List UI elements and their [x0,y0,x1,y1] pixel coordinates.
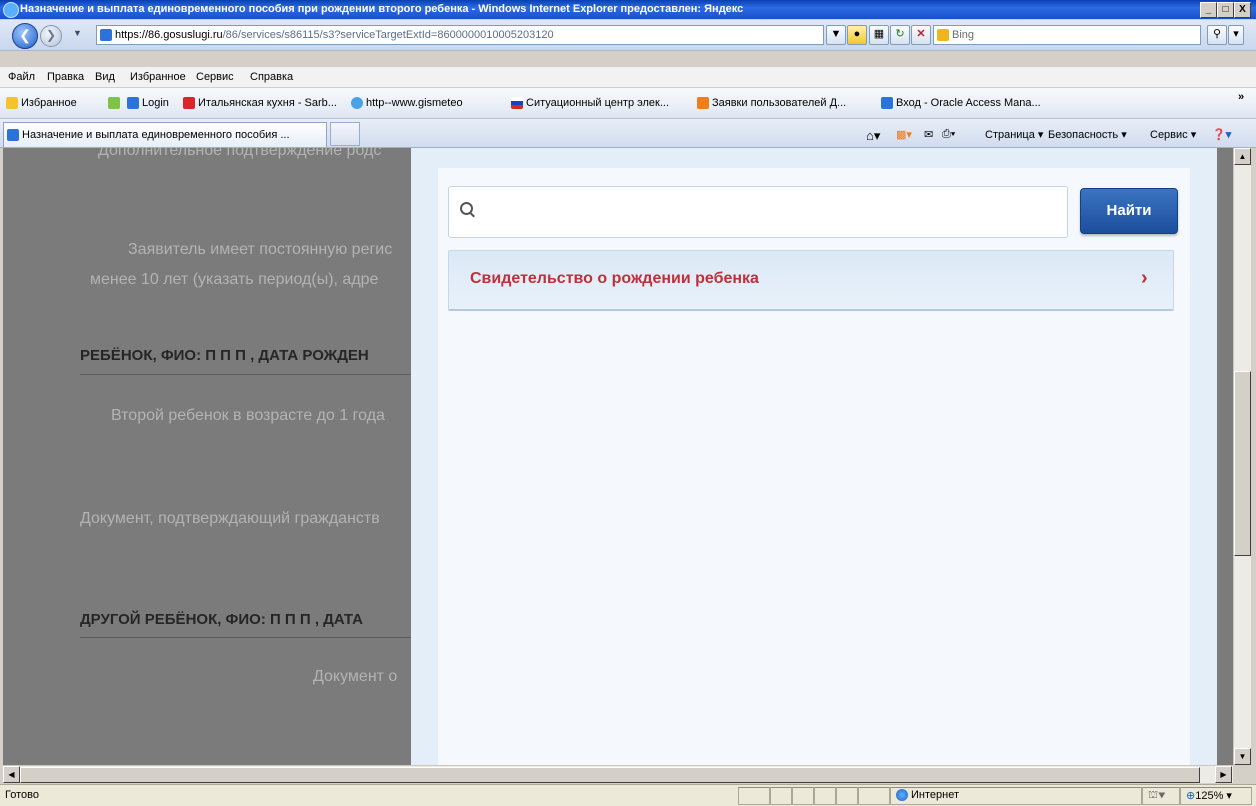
search-icon[interactable]: ⚲ [1207,25,1227,45]
ie-icon [3,2,19,18]
bg-divider [80,374,420,375]
find-button[interactable]: Найти [1080,188,1178,234]
chevron-right-icon: › [1141,267,1148,289]
window-title: Назначение и выплата единовременного пос… [20,3,744,15]
menu-bar: Файл Правка Вид Избранное Сервис Справка [0,67,1256,88]
search-options-icon[interactable]: ▾ [1228,25,1244,45]
page-viewport: Дополнительное подтверждение родс Заявит… [3,148,1233,765]
help-icon[interactable]: ❓▾ [1212,128,1231,141]
forward-button[interactable]: ❯ [40,25,62,47]
menu-view[interactable]: Вид [95,71,115,83]
bing-search-input[interactable]: Bing [933,25,1201,45]
refresh-icon[interactable]: ↻ [890,25,910,45]
bg-text-document: Документ о [313,668,398,685]
favorite-item-oracle[interactable]: Вход - Oracle Access Mana... [881,97,1041,110]
ie-page-icon [881,97,893,110]
scroll-right-button[interactable]: ▶ [1215,766,1232,783]
bg-text-confirmation: Дополнительное подтверждение родс [98,148,382,159]
menu-favorites[interactable]: Избранное [130,71,186,83]
page-menu[interactable]: Страница ▾ [985,128,1043,141]
print-icon[interactable]: ⎙▾ [942,128,955,141]
document-search-modal: Найти Свидетельство о рождении ребенка › [411,148,1217,765]
bing-icon [937,29,949,42]
menu-file[interactable]: Файл [8,71,35,83]
modal-content: Найти Свидетельство о рождении ребенка › [438,168,1190,765]
drop-icon [351,97,363,110]
zoom-level[interactable]: ⊕125% ▾ [1186,789,1232,802]
horizontal-scrollbar[interactable]: ◀ ▶ [3,765,1233,783]
minimize-button[interactable]: _ [1200,2,1217,18]
safety-menu[interactable]: Безопасность ▾ [1048,128,1127,141]
result-label: Свидетельство о рождении ребенка [470,270,759,287]
zoom-icon: ⊕ [1186,790,1196,802]
site-icon [697,97,709,110]
favorite-item-gismeteo[interactable]: http--www.gismeteo [351,97,463,110]
status-bar: Готово Интернет ⛫▾ ⊕125% ▾ [0,784,1256,806]
tools-menu[interactable]: Сервис ▾ [1150,128,1196,141]
new-tab-button[interactable] [330,122,360,146]
bg-heading-child: РЕБЁНОК, ФИО: П П П , ДАТА РОЖДЕН [80,347,369,364]
address-toolbar: ❮ ❯ ▼ https://86.gosuslugi.ru/86/service… [0,20,1256,51]
scroll-up-button[interactable]: ▲ [1234,148,1251,165]
favorite-item-italian[interactable]: Итальянская кухня - Sarb... [183,97,337,110]
bg-heading-other-child: ДРУГОЙ РЕБЁНОК, ФИО: П П П , ДАТА [80,611,363,628]
history-dropdown-icon[interactable]: ▼ [73,28,82,38]
feeds-icon[interactable]: ▩▾ [896,128,912,141]
stop-icon[interactable]: ✕ [911,25,931,45]
status-text: Готово [5,789,39,801]
menu-edit[interactable]: Правка [47,71,84,83]
compatibility-icon[interactable]: ▦ [869,25,889,45]
ie-page-icon [127,97,139,110]
add-favorite-icon[interactable] [108,97,123,110]
favorite-item-situation-center[interactable]: Ситуационный центр элек... [511,97,669,110]
security-icon: ⛫▾ [1148,789,1166,801]
result-item-birth-certificate[interactable]: Свидетельство о рождении ребенка › [448,250,1174,311]
search-placeholder: Bing [952,29,975,41]
horizontal-scroll-thumb[interactable] [20,767,1200,783]
favorite-item-login[interactable]: Login [127,97,169,110]
vertical-scroll-thumb[interactable] [1234,371,1251,556]
vertical-scrollbar[interactable]: ▲ ▼ [1233,148,1251,765]
scroll-down-button[interactable]: ▼ [1234,748,1251,765]
menu-tools[interactable]: Сервис [196,71,234,83]
bg-text-period: менее 10 лет (указать период(ы), адре [90,271,379,288]
favorite-item-requests[interactable]: Заявки пользователей Д... [697,97,846,110]
internet-zone: Интернет [896,789,959,802]
address-input[interactable]: https://86.gosuslugi.ru/86/services/s861… [96,25,824,45]
bg-text-citizenship: Документ, подтверждающий гражданств [80,510,380,527]
close-button[interactable]: X [1234,2,1251,18]
lock-icon[interactable]: ● [847,25,867,45]
tab-bar: Назначение и выплата единовременного пос… [0,119,1256,148]
maximize-button[interactable]: □ [1217,2,1234,18]
globe-icon [896,789,908,802]
back-button[interactable]: ❮ [12,23,38,49]
scroll-left-button[interactable]: ◀ [3,766,20,783]
tab-active[interactable]: Назначение и выплата единовременного пос… [3,122,327,147]
favorites-bar: Избранное Login Итальянская кухня - Sarb… [0,88,1256,119]
mail-icon[interactable]: ✉ [924,128,933,141]
ie-page-icon [7,129,19,142]
document-search-input[interactable] [448,186,1068,238]
url-host: https://86.gosuslugi.ru [115,29,223,41]
bg-text-second-child: Второй ребенок в возрасте до 1 года [111,407,385,424]
url-path: /86/services/s86115/s3?serviceTargetExtI… [222,29,554,41]
bg-text-registration: Заявитель имеет постоянную регис [128,241,393,258]
flag-icon [511,97,523,110]
bg-divider [80,637,420,638]
favorites-button[interactable]: Избранное [6,97,77,110]
favorites-overflow[interactable]: » [1238,91,1244,103]
address-dropdown-button[interactable]: ▼ [826,25,846,45]
page-icon [100,29,112,42]
site-icon [183,97,195,110]
home-icon[interactable]: ⌂▾ [866,128,880,144]
window-title-bar: Назначение и выплата единовременного пос… [0,0,1256,19]
star-icon [6,97,18,110]
menu-help[interactable]: Справка [250,71,293,83]
